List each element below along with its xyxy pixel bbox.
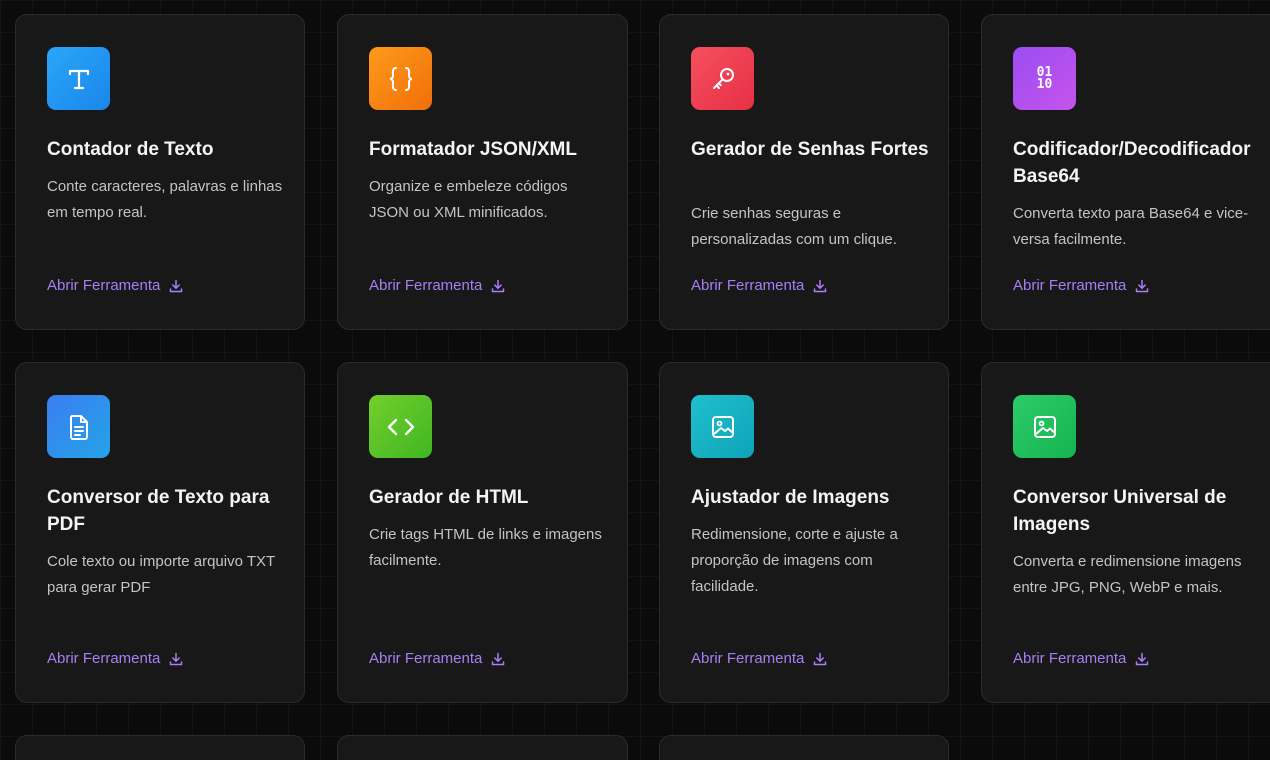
document-icon — [47, 395, 110, 458]
open-tool-label: Abrir Ferramenta — [691, 277, 805, 294]
tool-title: Gerador de Senhas Fortes — [691, 139, 929, 160]
binary-icon-text: 01 10 — [1036, 64, 1053, 92]
tool-card-texto-para-pdf[interactable]: Conversor de Texto para PDF Cole texto o… — [15, 362, 305, 703]
download-icon — [491, 279, 505, 293]
open-tool-link[interactable]: Abrir Ferramenta — [691, 649, 827, 669]
download-icon — [169, 279, 183, 293]
code-icon — [369, 395, 432, 458]
tool-card-partial[interactable] — [659, 735, 949, 760]
image-icon — [1013, 395, 1076, 458]
tool-description: Converta e redimensione imagens entre JP… — [1013, 553, 1242, 596]
tool-card-formatador-json-xml[interactable]: Formatador JSON/XML Organize e embeleze … — [337, 14, 628, 330]
download-icon — [813, 279, 827, 293]
open-tool-link[interactable]: Abrir Ferramenta — [1013, 276, 1149, 296]
open-tool-label: Abrir Ferramenta — [47, 650, 161, 667]
download-icon — [1135, 652, 1149, 666]
tool-card-gerador-de-html[interactable]: Gerador de HTML Crie tags HTML de links … — [337, 362, 628, 703]
download-icon — [169, 652, 183, 666]
tool-card-partial[interactable] — [15, 735, 305, 760]
key-icon — [691, 47, 754, 110]
tool-description: Crie senhas seguras e personalizadas com… — [691, 205, 897, 248]
tool-title: Conversor Universal de Imagens — [1013, 487, 1227, 535]
open-tool-link[interactable]: Abrir Ferramenta — [369, 276, 505, 296]
tool-title: Formatador JSON/XML — [369, 139, 577, 160]
tool-title: Codificador/Decodificador Base64 — [1013, 139, 1251, 187]
download-icon — [491, 652, 505, 666]
open-tool-label: Abrir Ferramenta — [1013, 650, 1127, 667]
open-tool-link[interactable]: Abrir Ferramenta — [47, 276, 183, 296]
tool-description: Crie tags HTML de links e imagens facilm… — [369, 526, 602, 569]
tool-card-contador-de-texto[interactable]: Contador de Texto Conte caracteres, pala… — [15, 14, 305, 330]
tool-description: Organize e embeleze códigos JSON ou XML … — [369, 178, 568, 221]
braces-icon — [369, 47, 432, 110]
tool-description: Cole texto ou importe arquivo TXT para g… — [47, 553, 275, 596]
open-tool-label: Abrir Ferramenta — [47, 277, 161, 294]
open-tool-label: Abrir Ferramenta — [369, 650, 483, 667]
open-tool-link[interactable]: Abrir Ferramenta — [369, 649, 505, 669]
open-tool-link[interactable]: Abrir Ferramenta — [1013, 649, 1149, 669]
tool-card-ajustador-de-imagens[interactable]: Ajustador de Imagens Redimensione, corte… — [659, 362, 949, 703]
text-icon — [47, 47, 110, 110]
open-tool-label: Abrir Ferramenta — [369, 277, 483, 294]
tool-title: Contador de Texto — [47, 139, 214, 160]
open-tool-link[interactable]: Abrir Ferramenta — [47, 649, 183, 669]
tool-card-base64[interactable]: 01 10 Codificador/Decodificador Base64 C… — [981, 14, 1270, 330]
tool-description: Conte caracteres, palavras e linhas em t… — [47, 178, 283, 221]
image-icon — [691, 395, 754, 458]
tool-card-gerador-de-senhas[interactable]: Gerador de Senhas Fortes Crie senhas seg… — [659, 14, 949, 330]
tool-title: Gerador de HTML — [369, 487, 529, 508]
tool-title: Conversor de Texto para PDF — [47, 487, 270, 535]
open-tool-label: Abrir Ferramenta — [1013, 277, 1127, 294]
download-icon — [813, 652, 827, 666]
tool-card-partial[interactable] — [337, 735, 628, 760]
tool-title: Ajustador de Imagens — [691, 487, 890, 508]
tool-description: Redimensione, corte e ajuste a proporção… — [691, 526, 898, 595]
open-tool-label: Abrir Ferramenta — [691, 650, 805, 667]
binary-icon: 01 10 — [1013, 47, 1076, 110]
download-icon — [1135, 279, 1149, 293]
open-tool-link[interactable]: Abrir Ferramenta — [691, 276, 827, 296]
tool-description: Converta texto para Base64 e vice-versa … — [1013, 205, 1249, 248]
tool-card-conversor-universal-de-imagens[interactable]: Conversor Universal de Imagens Converta … — [981, 362, 1270, 703]
